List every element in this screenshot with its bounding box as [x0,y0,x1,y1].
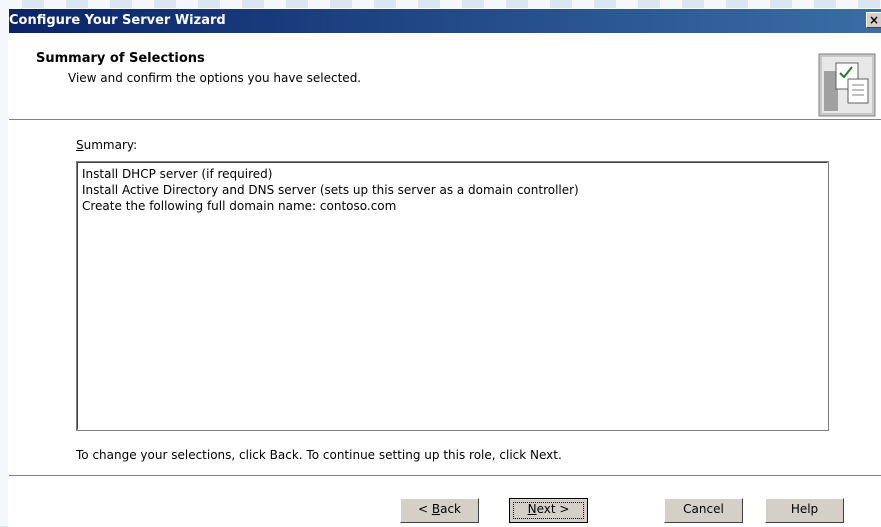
summary-line: Install Active Directory and DNS server … [82,183,579,197]
title-bar[interactable]: Configure Your Server Wizard × [9,9,881,33]
back-label-rest: ack [440,502,461,516]
back-button[interactable]: < Back [400,498,479,523]
wizard-header: Summary of Selections View and confirm t… [9,33,881,120]
next-button[interactable]: Next > [509,498,588,523]
back-label-pre: < [417,502,432,516]
summary-line: Create the following full domain name: c… [82,199,397,213]
instruction-text: To change your selections, click Back. T… [76,448,562,462]
summary-label-text: ummary: [83,138,138,152]
page-title: Summary of Selections [36,51,205,66]
button-separator [9,475,881,477]
help-label: Help [790,502,819,516]
wizard-body: Summary: Install DHCP server (if require… [9,120,881,527]
help-button[interactable]: Help [765,498,844,523]
close-icon: × [868,13,880,27]
summary-label-accelerator: S [76,138,84,152]
summary-label: Summary: [76,138,137,152]
next-label-accelerator: N [527,502,537,516]
page-subtitle: View and confirm the options you have se… [68,71,362,85]
wizard-checklist-icon [818,53,876,117]
wizard-window: Configure Your Server Wizard × Summary o… [8,8,881,527]
cancel-button[interactable]: Cancel [664,498,743,523]
back-label-accelerator: B [431,502,441,516]
cancel-label: Cancel [683,502,724,516]
next-label-rest: ext > [536,502,570,516]
close-button[interactable]: × [866,12,881,28]
summary-textbox[interactable]: Install DHCP server (if required) Instal… [76,161,829,431]
window-title: Configure Your Server Wizard [9,13,226,28]
summary-line: Install DHCP server (if required) [82,167,273,181]
